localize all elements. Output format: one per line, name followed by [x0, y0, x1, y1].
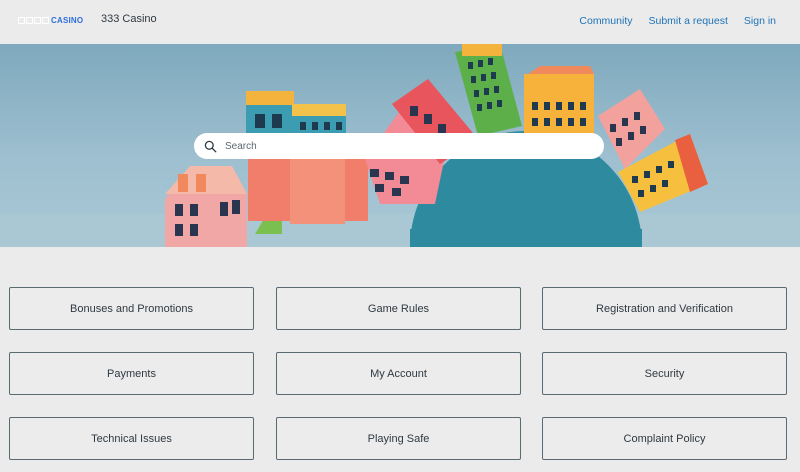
nav-sign-in-link[interactable]: Sign in [744, 15, 776, 27]
category-playing-safe[interactable]: Playing Safe [276, 417, 521, 460]
category-registration-verification[interactable]: Registration and Verification [542, 287, 787, 330]
logo-mark-icon [18, 16, 49, 24]
category-game-rules[interactable]: Game Rules [276, 287, 521, 330]
header-nav: Community Submit a request Sign in [579, 15, 776, 27]
category-technical-issues[interactable]: Technical Issues [9, 417, 254, 460]
hero-banner [0, 44, 800, 247]
category-payments[interactable]: Payments [9, 352, 254, 395]
category-security[interactable]: Security [542, 352, 787, 395]
site-header: CASINO 333 Casino Community Submit a req… [0, 0, 800, 44]
logo-text: CASINO [51, 15, 84, 25]
category-my-account[interactable]: My Account [276, 352, 521, 395]
search-bar[interactable] [194, 133, 604, 159]
search-icon [204, 140, 217, 152]
category-complaint-policy[interactable]: Complaint Policy [542, 417, 787, 460]
site-name[interactable]: 333 Casino [101, 13, 157, 25]
casino-logo[interactable]: CASINO [18, 14, 84, 26]
nav-submit-request-link[interactable]: Submit a request [649, 15, 728, 27]
nav-community-link[interactable]: Community [579, 15, 632, 27]
category-bonuses-promotions[interactable]: Bonuses and Promotions [9, 287, 254, 330]
search-input[interactable] [223, 139, 587, 153]
